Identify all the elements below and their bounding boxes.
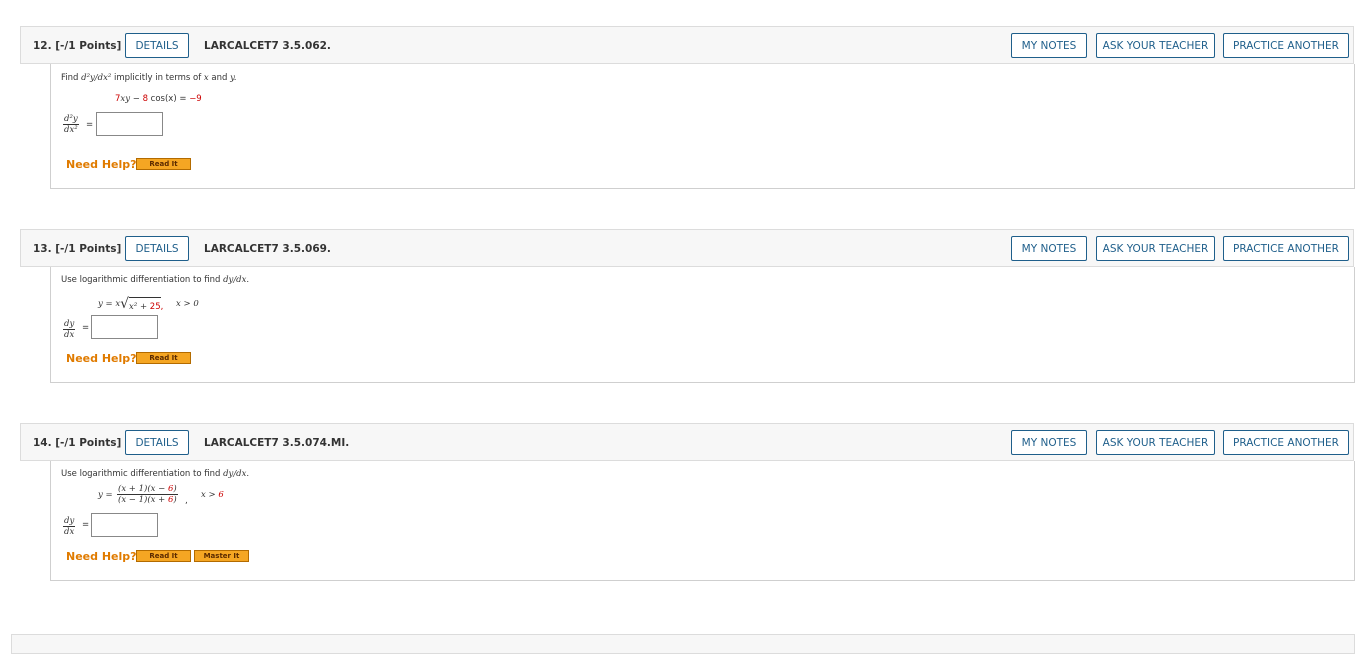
answer-lhs-fraction: dy dx <box>63 319 76 340</box>
next-question-panel <box>11 634 1355 654</box>
answer-input[interactable] <box>91 315 158 339</box>
master-it-button[interactable]: Master It <box>194 550 249 562</box>
equation-condition: x > 6 <box>201 490 224 500</box>
equals-sign: = <box>86 120 94 130</box>
question-14-header: 14. [-/1 Points] DETAILS LARCALCET7 3.5.… <box>20 423 1354 461</box>
ask-teacher-button[interactable]: ASK YOUR TEACHER <box>1096 33 1215 58</box>
read-it-button[interactable]: Read It <box>136 158 191 170</box>
my-notes-button[interactable]: MY NOTES <box>1011 430 1087 455</box>
answer-lhs-fraction: d²y dx² <box>63 114 79 135</box>
ask-teacher-button[interactable]: ASK YOUR TEACHER <box>1096 236 1215 261</box>
equals-sign: = <box>82 520 90 530</box>
question-12-body: Find d²y/dx² implicitly in terms of x an… <box>50 64 1355 189</box>
answer-input[interactable] <box>96 112 163 136</box>
read-it-button[interactable]: Read It <box>136 352 191 364</box>
question-code: LARCALCET7 3.5.062. <box>204 40 331 52</box>
details-button[interactable]: DETAILS <box>125 33 189 58</box>
answer-input[interactable] <box>91 513 158 537</box>
question-prompt: Use logarithmic differentiation to find … <box>61 469 250 479</box>
practice-another-button[interactable]: PRACTICE ANOTHER <box>1223 430 1349 455</box>
question-code: LARCALCET7 3.5.074.MI. <box>204 437 350 449</box>
equation-comma: , <box>185 496 188 506</box>
my-notes-button[interactable]: MY NOTES <box>1011 236 1087 261</box>
question-prompt: Find d²y/dx² implicitly in terms of x an… <box>61 73 237 83</box>
question-number: 14. [-/1 Points] <box>33 437 122 449</box>
practice-another-button[interactable]: PRACTICE ANOTHER <box>1223 236 1349 261</box>
question-12-header: 12. [-/1 Points] DETAILS LARCALCET7 3.5.… <box>20 26 1354 64</box>
question-prompt: Use logarithmic differentiation to find … <box>61 275 250 285</box>
my-notes-button[interactable]: MY NOTES <box>1011 33 1087 58</box>
question-13-header: 13. [-/1 Points] DETAILS LARCALCET7 3.5.… <box>20 229 1354 267</box>
equation-fraction: (x + 1)(x − 6) (x − 1)(x + 6) <box>117 484 178 505</box>
details-button[interactable]: DETAILS <box>125 236 189 261</box>
sqrt-symbol: √ <box>120 296 130 312</box>
practice-another-button[interactable]: PRACTICE ANOTHER <box>1223 33 1349 58</box>
need-help-label: Need Help? <box>66 352 137 365</box>
need-help-label: Need Help? <box>66 550 137 563</box>
equation-lhs: y = <box>98 490 113 500</box>
equation: y = x√ x² + 25, x > 0 <box>98 296 199 312</box>
question-number: 13. [-/1 Points] <box>33 243 122 255</box>
question-code: LARCALCET7 3.5.069. <box>204 243 331 255</box>
need-help-label: Need Help? <box>66 158 137 171</box>
details-button[interactable]: DETAILS <box>125 430 189 455</box>
equals-sign: = <box>82 323 90 333</box>
question-13-body: Use logarithmic differentiation to find … <box>50 267 1355 383</box>
ask-teacher-button[interactable]: ASK YOUR TEACHER <box>1096 430 1215 455</box>
read-it-button[interactable]: Read It <box>136 550 191 562</box>
answer-lhs-fraction: dy dx <box>63 516 76 537</box>
radicand: x² + 25 <box>129 297 161 312</box>
equation: 7xy − 8 cos(x) = −9 <box>115 94 202 104</box>
question-14-body: Use logarithmic differentiation to find … <box>50 461 1355 581</box>
question-number: 12. [-/1 Points] <box>33 40 122 52</box>
